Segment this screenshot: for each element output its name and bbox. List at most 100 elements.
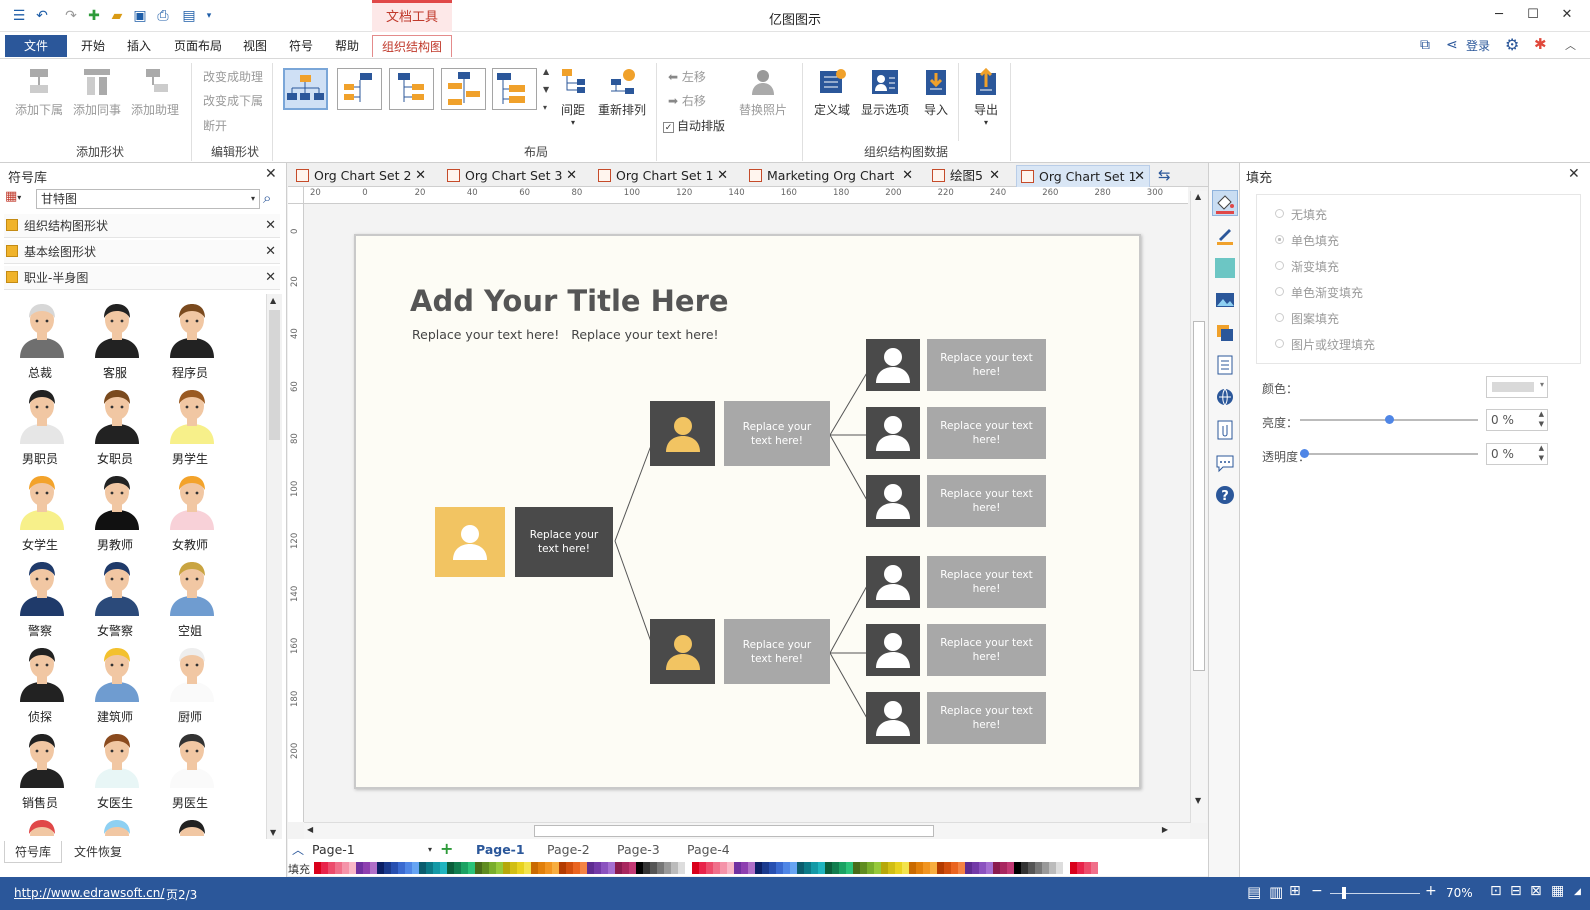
save-icon[interactable]: ▣ bbox=[131, 7, 149, 25]
doc-tab-3[interactable]: Org Chart Set 1 ✕ bbox=[594, 165, 728, 187]
shape-female-student-avatar[interactable]: 女学生 bbox=[4, 468, 76, 552]
palette-swatch[interactable] bbox=[335, 862, 342, 874]
change-to-subordinate[interactable]: 改变成下属 bbox=[203, 92, 263, 109]
customize-quick-access-icon[interactable]: ▾ bbox=[200, 7, 218, 25]
shape-policewoman-avatar[interactable]: 女警察 bbox=[79, 554, 151, 638]
page-tab-4[interactable]: Page-4 bbox=[687, 842, 730, 857]
palette-swatch[interactable] bbox=[965, 862, 972, 874]
staff-2-photo[interactable] bbox=[866, 407, 920, 459]
palette-swatch[interactable] bbox=[727, 862, 734, 874]
shape-female-teacher-avatar[interactable]: 女教师 bbox=[154, 468, 226, 552]
library-group-basic-shapes[interactable]: 基本绘图形状 ✕ bbox=[4, 240, 280, 264]
palette-swatch[interactable] bbox=[1000, 862, 1007, 874]
change-to-assistant[interactable]: 改变成助理 bbox=[203, 68, 263, 85]
palette-swatch[interactable] bbox=[748, 862, 755, 874]
palette-swatch[interactable] bbox=[559, 862, 566, 874]
palette-swatch[interactable] bbox=[475, 862, 482, 874]
palette-swatch[interactable] bbox=[958, 862, 965, 874]
palette-swatch[interactable] bbox=[391, 862, 398, 874]
website-link[interactable]: http://www.edrawsoft.cn/ bbox=[14, 886, 164, 900]
palette-swatch[interactable] bbox=[986, 862, 993, 874]
zoom-out-icon[interactable]: − bbox=[1311, 883, 1323, 899]
search-icon[interactable]: ⌕ bbox=[263, 189, 271, 207]
staff-6-photo[interactable] bbox=[866, 692, 920, 744]
palette-swatch[interactable] bbox=[384, 862, 391, 874]
palette-swatch[interactable] bbox=[825, 862, 832, 874]
settings-gear-icon[interactable]: ⚙ bbox=[1505, 35, 1519, 54]
layer-tool-icon[interactable] bbox=[1215, 323, 1235, 343]
palette-swatch[interactable] bbox=[314, 862, 321, 874]
add-subordinate-button[interactable]: 添加下属 bbox=[14, 67, 64, 118]
shape-male-clerk-avatar[interactable]: 男职员 bbox=[4, 382, 76, 466]
tab-scroll-arrows-icon[interactable]: ⇆ bbox=[1158, 166, 1171, 184]
fill-option-gradient[interactable]: 渐变填充 bbox=[1275, 258, 1339, 275]
menu-file[interactable]: 文件 bbox=[5, 35, 67, 57]
palette-swatch[interactable] bbox=[790, 862, 797, 874]
palette-swatch[interactable] bbox=[776, 862, 783, 874]
fit-width-icon[interactable]: ⊟ bbox=[1510, 883, 1522, 899]
staff-5-text-box[interactable]: Replace your text here! bbox=[927, 624, 1046, 676]
menu-help[interactable]: 帮助 bbox=[329, 35, 365, 57]
palette-swatch[interactable] bbox=[664, 862, 671, 874]
layout-more-icon[interactable]: ▾ bbox=[543, 103, 547, 112]
palette-swatch[interactable] bbox=[496, 862, 503, 874]
staff-1-photo[interactable] bbox=[866, 339, 920, 391]
add-colleague-button[interactable]: 添加同事 bbox=[72, 67, 122, 118]
open-folder-icon[interactable]: ▰ bbox=[108, 7, 126, 25]
shape-architect-avatar[interactable]: 建筑师 bbox=[79, 640, 151, 724]
library-menu-button[interactable]: ▦▾ bbox=[5, 189, 33, 209]
scroll-up-icon[interactable]: ▲ bbox=[270, 296, 276, 305]
doc-tab-close-icon[interactable]: ✕ bbox=[415, 165, 426, 187]
brightness-slider[interactable] bbox=[1300, 415, 1478, 424]
hscroll-thumb[interactable] bbox=[534, 825, 934, 837]
palette-swatch[interactable] bbox=[895, 862, 902, 874]
palette-swatch[interactable] bbox=[1056, 862, 1063, 874]
fill-option-solid[interactable]: 单色填充 bbox=[1275, 232, 1339, 249]
palette-swatch[interactable] bbox=[1028, 862, 1035, 874]
opacity-slider-thumb[interactable] bbox=[1300, 449, 1309, 458]
full-screen-icon[interactable]: ⊠ bbox=[1530, 883, 1542, 899]
root-text-box[interactable]: Replace your text here! bbox=[515, 507, 613, 577]
export-quick-icon[interactable]: ▤ bbox=[180, 7, 198, 25]
zoom-slider[interactable] bbox=[1330, 887, 1420, 899]
shape-partial-avatar[interactable] bbox=[154, 812, 226, 836]
palette-swatch[interactable] bbox=[321, 862, 328, 874]
staff-3-photo[interactable] bbox=[866, 475, 920, 527]
shape-salesperson-avatar[interactable]: 销售员 bbox=[4, 726, 76, 810]
palette-swatch[interactable] bbox=[489, 862, 496, 874]
shape-partial-avatar[interactable] bbox=[79, 812, 151, 836]
palette-swatch[interactable] bbox=[769, 862, 776, 874]
move-right-button[interactable]: ➡ 右移 bbox=[668, 92, 706, 109]
palette-swatch[interactable] bbox=[951, 862, 958, 874]
opacity-slider[interactable] bbox=[1300, 449, 1478, 458]
palette-swatch[interactable] bbox=[797, 862, 804, 874]
layout-style-3[interactable] bbox=[389, 68, 434, 110]
library-group-org-shapes[interactable]: 组织结构图形状 ✕ bbox=[4, 214, 280, 238]
palette-swatch[interactable] bbox=[1070, 862, 1077, 874]
library-group-close-icon[interactable]: ✕ bbox=[265, 266, 276, 290]
palette-swatch[interactable] bbox=[713, 862, 720, 874]
palette-swatch[interactable] bbox=[461, 862, 468, 874]
palette-swatch[interactable] bbox=[566, 862, 573, 874]
share-screen-icon[interactable]: ⧉ bbox=[1420, 37, 1430, 53]
palette-swatch[interactable] bbox=[755, 862, 762, 874]
brightness-slider-thumb[interactable] bbox=[1385, 415, 1394, 424]
staff-2-text-box[interactable]: Replace your text here! bbox=[927, 407, 1046, 459]
scroll-down-icon[interactable]: ▼ bbox=[270, 828, 276, 837]
brightness-stepper-icon[interactable]: ▲ ▼ bbox=[1539, 409, 1544, 429]
palette-swatch[interactable] bbox=[636, 862, 643, 874]
line-tool-icon[interactable] bbox=[1215, 225, 1235, 245]
fill-tool-icon[interactable] bbox=[1212, 190, 1238, 216]
palette-swatch[interactable] bbox=[818, 862, 825, 874]
close-window-button[interactable]: ✕ bbox=[1552, 4, 1582, 26]
staff-4-text-box[interactable]: Replace your text here! bbox=[927, 556, 1046, 608]
palette-swatch[interactable] bbox=[580, 862, 587, 874]
hscroll-left-icon[interactable]: ◀ bbox=[307, 825, 313, 834]
minimize-button[interactable]: ─ bbox=[1484, 4, 1514, 26]
collapse-ribbon-icon[interactable]: ︿ bbox=[1565, 37, 1576, 53]
disconnect[interactable]: 断开 bbox=[203, 117, 227, 134]
palette-swatch[interactable] bbox=[720, 862, 727, 874]
export-button[interactable]: 导出 ▾ bbox=[968, 67, 1004, 127]
palette-swatch[interactable] bbox=[1035, 862, 1042, 874]
menu-page-layout[interactable]: 页面布局 bbox=[168, 35, 228, 57]
